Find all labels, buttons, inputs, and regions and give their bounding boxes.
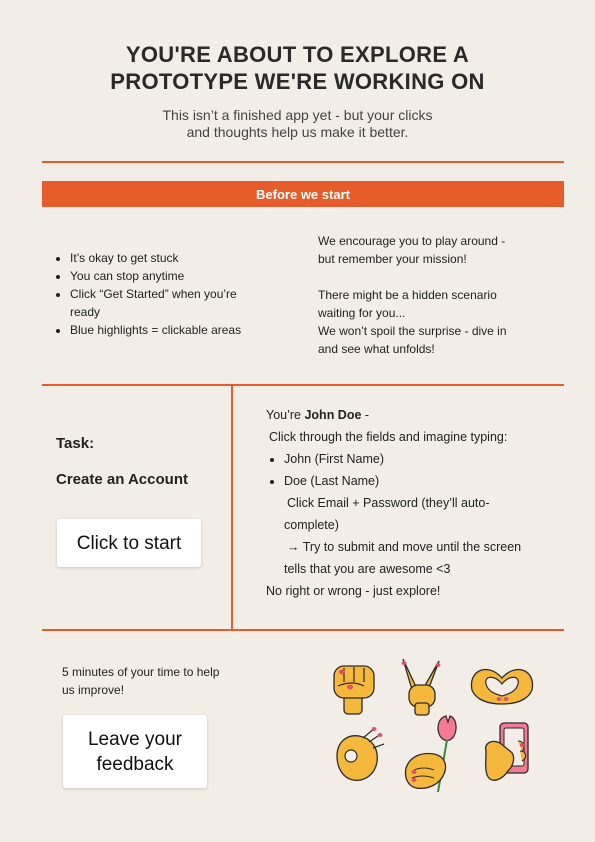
- divider-vertical: [231, 384, 233, 630]
- hand-holding-phone-icon: [482, 721, 534, 785]
- field-item-first-name: John (First Name): [284, 448, 556, 470]
- peace-sign-hand-icon: [393, 655, 449, 717]
- start-button-label: Click to start: [76, 532, 182, 554]
- persona-name: John Doe: [304, 408, 362, 422]
- intro-line: You’re John Doe -: [266, 404, 556, 426]
- divider-middle: [42, 384, 564, 386]
- submit-line-2: tells that you are awesome <3: [284, 562, 451, 576]
- subtitle-line-2: and thoughts help us make it better.: [186, 124, 409, 140]
- subtitle-line-1: This isn’t a finished app yet - but your…: [162, 107, 433, 123]
- email-line-2: complete): [284, 518, 339, 532]
- encouragement-text: We encourage you to play around - but re…: [318, 232, 558, 358]
- task-label: Task:: [56, 435, 95, 452]
- feedback-text: 5 minutes of your time to help us improv…: [62, 663, 272, 699]
- tip-item: You can stop anytime: [70, 267, 286, 285]
- submit-line-1: → Try to submit and move until the scree…: [287, 540, 522, 554]
- encourage-line-2: but remember your mission!: [318, 252, 467, 266]
- start-button[interactable]: Click to start: [57, 519, 201, 567]
- task-instructions: You’re John Doe - Click through the fiel…: [266, 404, 556, 602]
- email-line-1: Click Email + Password (they’ll auto-: [287, 496, 490, 510]
- divider-top: [42, 161, 564, 163]
- ok-sign-hand-icon: [333, 726, 385, 784]
- title-line-2: PROTOTYPE WE'RE WORKING ON: [110, 69, 485, 94]
- tip-item: Blue highlights = clickable areas: [70, 321, 286, 339]
- tips-list-container: It’s okay to get stuck You can stop anyt…: [56, 249, 286, 339]
- surprise-line-2: and see what unfolds!: [318, 342, 435, 356]
- intro-suffix: -: [361, 408, 370, 422]
- title-line-1: YOU'RE ABOUT TO EXPLORE A: [125, 42, 470, 67]
- feedback-text-line-2: us improve!: [62, 683, 125, 697]
- before-start-banner: Before we start: [42, 181, 564, 207]
- divider-bottom: [42, 629, 564, 631]
- feedback-button-line-2: feedback: [96, 753, 174, 775]
- field-list: John (First Name) Doe (Last Name): [266, 448, 556, 492]
- feedback-button[interactable]: Leave your feedback: [63, 715, 207, 788]
- page-subtitle: This isn’t a finished app yet - but your…: [0, 107, 595, 141]
- surprise-line-1: We won’t spoil the surprise - dive in: [318, 324, 507, 338]
- heart-hands-icon: [466, 660, 538, 706]
- tip-item: Click “Get Started” when you’re ready: [70, 285, 270, 321]
- task-name: Create an Account: [56, 471, 188, 488]
- hidden-scenario-line-1: There might be a hidden scenario: [318, 288, 497, 302]
- instruction-line: Click through the fields and imagine typ…: [269, 430, 508, 444]
- tip-item: It’s okay to get stuck: [70, 249, 286, 267]
- hand-holding-tulip-icon: [400, 712, 470, 796]
- field-item-last-name: Doe (Last Name): [284, 470, 556, 492]
- feedback-text-line-1: 5 minutes of your time to help: [62, 665, 220, 679]
- encourage-line-1: We encourage you to play around -: [318, 234, 506, 248]
- intro-prefix: You’re: [266, 408, 305, 422]
- hidden-scenario-line-2: waiting for you...: [318, 306, 406, 320]
- banner-label: Before we start: [256, 186, 350, 202]
- feedback-button-line-1: Leave your: [87, 728, 182, 750]
- page-title: YOU'RE ABOUT TO EXPLORE A PROTOTYPE WE'R…: [0, 41, 595, 95]
- fist-hand-icon: [330, 658, 378, 716]
- tips-list: It’s okay to get stuck You can stop anyt…: [56, 249, 286, 339]
- footer-note: No right or wrong - just explore!: [266, 584, 441, 598]
